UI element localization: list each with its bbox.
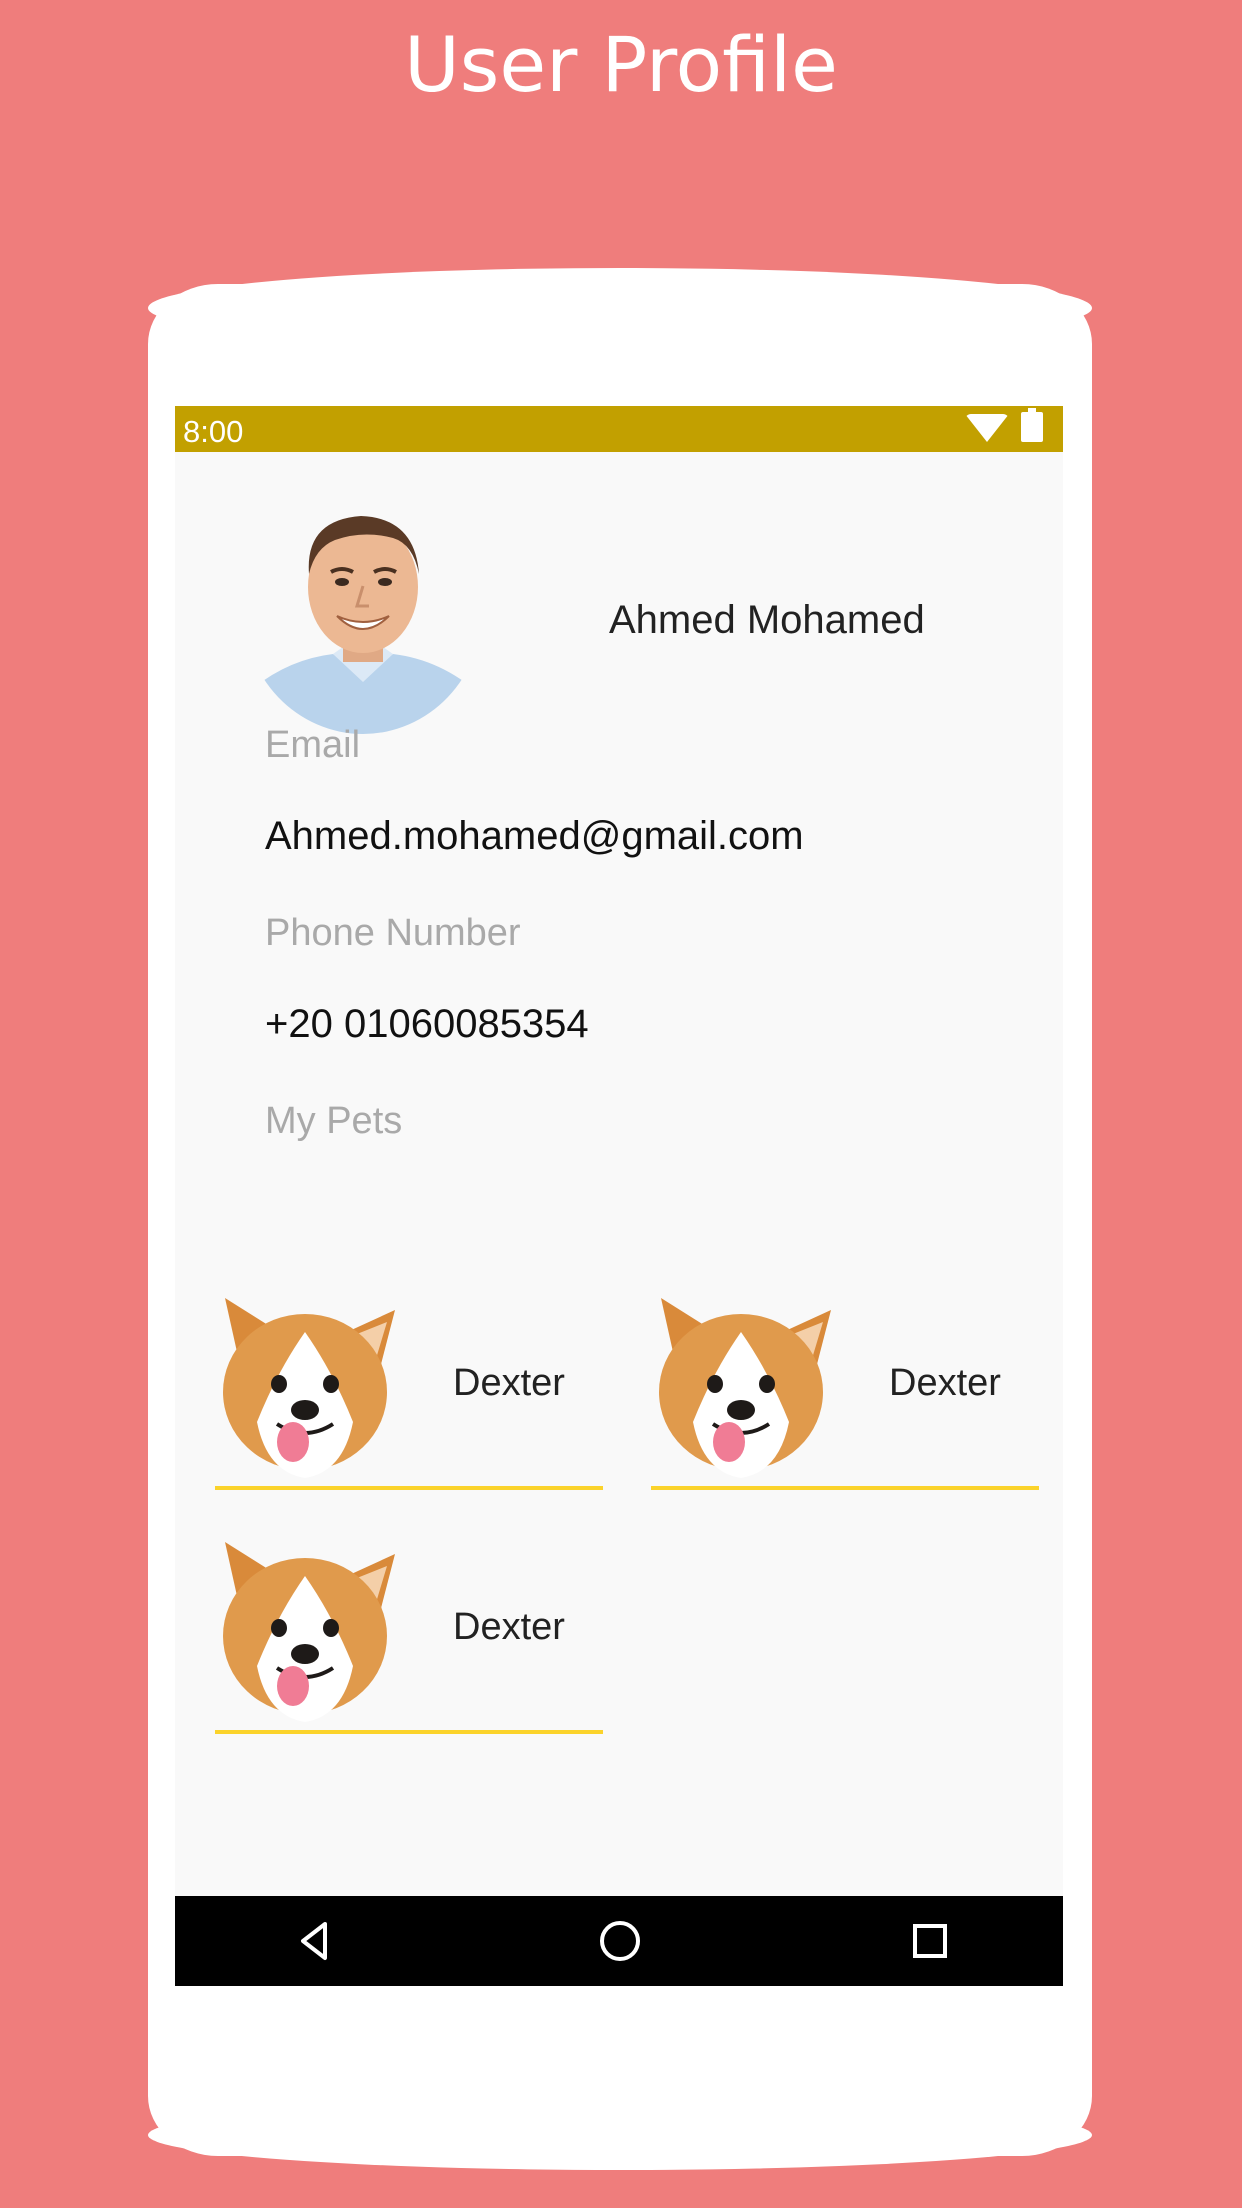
pet-name: Dexter — [889, 1362, 1001, 1404]
user-photo — [243, 516, 483, 734]
phone-label: Phone Number — [265, 912, 521, 954]
battery-icon — [1021, 408, 1043, 442]
dog-photo — [659, 1298, 831, 1478]
pet-card[interactable]: Dexter — [643, 1292, 1039, 1502]
phone-frame: 8:00 Ahmed Mohamed Email Ahmed.mohamed@g… — [148, 268, 1092, 2170]
app-screen: 8:00 Ahmed Mohamed Email Ahmed.mohamed@g… — [175, 406, 1063, 1986]
dog-photo — [223, 1542, 395, 1722]
email-value[interactable]: Ahmed.mohamed@gmail.com — [265, 814, 804, 859]
pets-label: My Pets — [265, 1100, 403, 1142]
pet-card[interactable]: Dexter — [207, 1292, 603, 1502]
navigation-bar — [175, 1896, 1063, 1986]
dog-photo — [223, 1298, 395, 1478]
phone-value[interactable]: +20 01060085354 — [265, 1002, 589, 1047]
pet-underline — [651, 1486, 1039, 1490]
status-bar: 8:00 — [175, 406, 1063, 452]
avatar[interactable] — [243, 482, 483, 734]
email-label: Email — [265, 724, 361, 766]
pet-name: Dexter — [453, 1606, 565, 1648]
recents-icon[interactable] — [905, 1916, 955, 1966]
page-title: User Profile — [404, 20, 838, 109]
pet-underline — [215, 1486, 603, 1490]
home-icon[interactable] — [595, 1916, 645, 1966]
pet-card[interactable]: Dexter — [207, 1536, 603, 1746]
pet-underline — [215, 1730, 603, 1734]
user-name: Ahmed Mohamed — [609, 598, 925, 642]
wifi-icon — [965, 414, 1009, 442]
pet-name: Dexter — [453, 1362, 565, 1404]
back-icon[interactable] — [291, 1916, 341, 1966]
status-time: 8:00 — [183, 414, 244, 449]
